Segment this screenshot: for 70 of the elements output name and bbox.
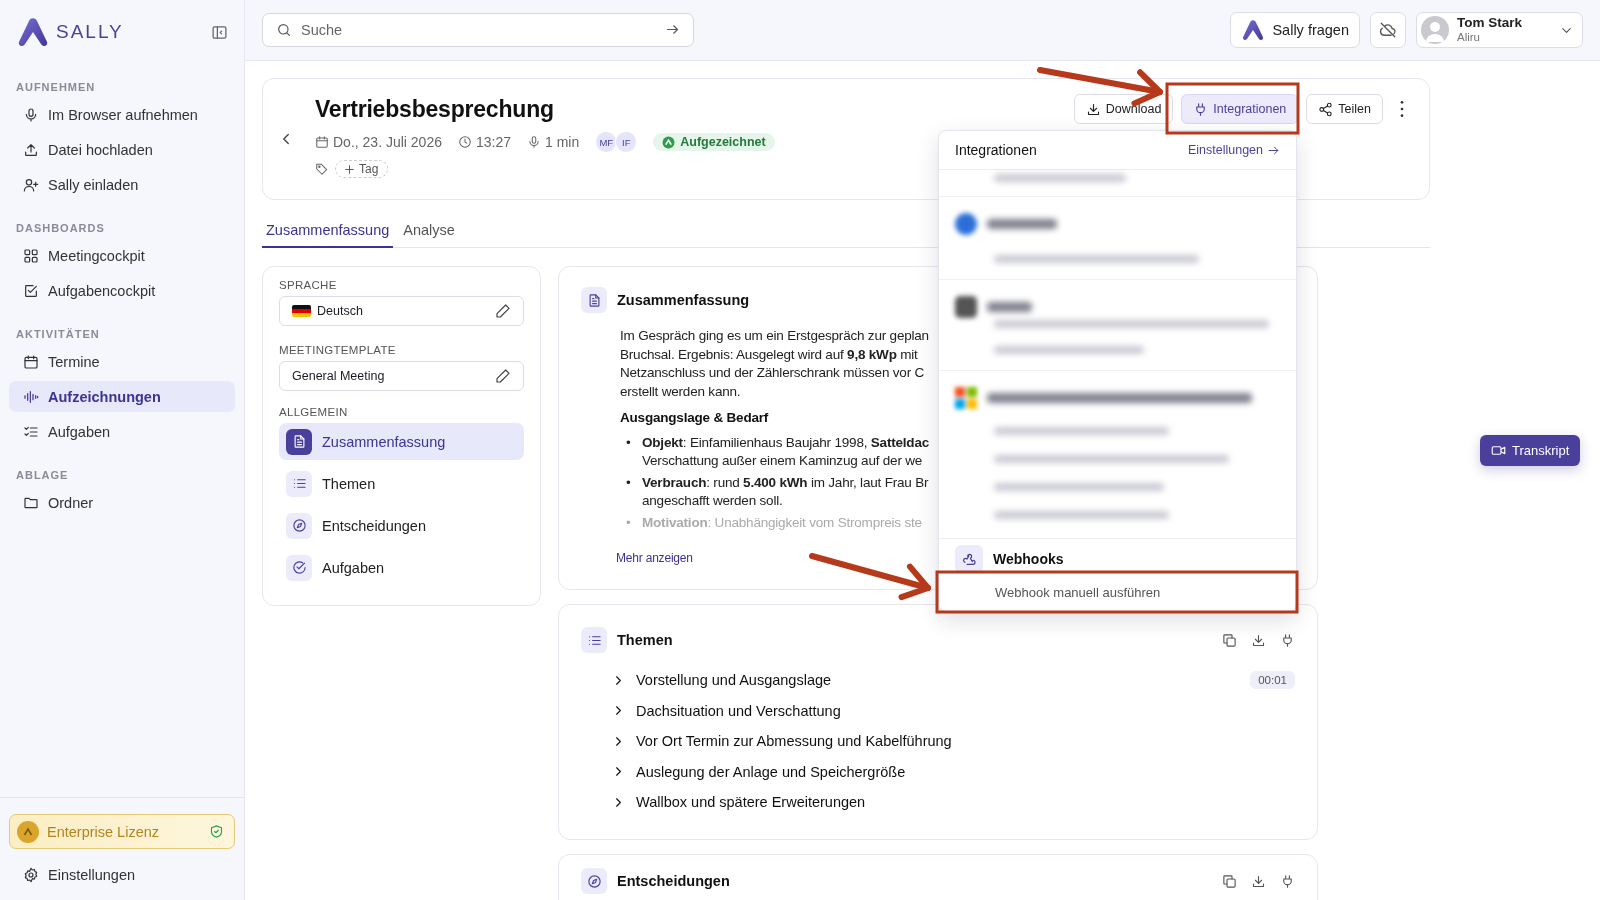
action-button[interactable]: Teilen [1306, 94, 1383, 124]
summary-text: Netzanschluss und der Zählerschrank müssen vor C [620, 364, 925, 382]
show-more-link[interactable]: Mehr anzeigen [616, 549, 693, 568]
section-nav-item[interactable]: Themen [279, 465, 524, 502]
sidebar-item[interactable]: Sally einladen [9, 169, 235, 200]
section-nav-item[interactable]: Zusammenfassung [279, 423, 524, 460]
sidebar-item[interactable]: Aufzeichnungen [9, 381, 235, 412]
summary-text: Im Gespräch ging es um ein Erstgespräch zur geplan [620, 327, 929, 345]
sidebar-item[interactable]: Im Browser aufnehmen [9, 99, 235, 130]
sidebar-item[interactable]: Ordner [9, 487, 235, 518]
action-button[interactable]: Integrationen [1181, 94, 1299, 124]
section-nav-item[interactable]: Aufgaben [279, 549, 524, 586]
card-title: Themen [617, 632, 673, 648]
summary-text: Bruchsal. Ergebnis: Ausgelegt wird auf 9,8 kWp mit [620, 345, 918, 364]
field-label: SPRACHE [279, 279, 338, 291]
transcript-button-label: Transkript [1512, 443, 1570, 458]
section-heading: ALLGEMEIN [279, 406, 349, 418]
bullet-text: Verschattung außer einem Kaminzug auf der we [642, 452, 923, 470]
section-heading: DASHBOARDS [15, 221, 106, 236]
settings-link[interactable]: Einstellungen [1187, 143, 1280, 157]
bullet-marker: • [626, 433, 632, 452]
user-name: Tom Stark [1457, 16, 1522, 32]
sidebar-item[interactable]: Termine [9, 346, 235, 377]
meeting-duration: 1 min [545, 134, 580, 150]
transcript-button[interactable]: Transkript [1480, 435, 1581, 466]
select-field[interactable]: General Meeting [279, 361, 524, 391]
sidebar-item[interactable]: Aufgabencockpit [9, 275, 235, 306]
section-heading: AKTIVITÄTEN [15, 327, 101, 342]
search-field[interactable]: Suche [262, 13, 694, 47]
field-label: MEETINGTEMPLATE [279, 344, 397, 356]
menu-section-title: Webhooks [993, 551, 1064, 567]
bullet-marker: • [626, 513, 632, 532]
user-menu[interactable]: Tom Stark Aliru [1416, 12, 1583, 48]
menu-title: Integrationen [955, 142, 1037, 158]
bullet-text: Verbrauch: rund 5.400 kWh im Jahr, laut Frau Br [642, 473, 929, 492]
user-organization: Aliru [1457, 31, 1481, 44]
meeting-date: Do., 23. Juli 2026 [333, 134, 442, 150]
tab[interactable]: Zusammenfassung [262, 218, 394, 248]
topic-item[interactable]: Auslegung der Anlage und Speichergröße [611, 756, 1295, 787]
section-heading: ABLAGE [15, 468, 70, 483]
sidebar-item[interactable]: Aufgaben [9, 416, 235, 447]
menu-item[interactable]: Webhook manuell ausführen [939, 573, 1296, 611]
brand-name: SALLY [56, 21, 124, 43]
section-nav-item[interactable]: Entscheidungen [279, 507, 524, 544]
summary-text: erstellt werden kann. [620, 382, 741, 401]
bullet-text: Objekt: Einfamilienhaus Baujahr 1998, Satteldac [642, 433, 930, 452]
status-badge: Aufgezeichnet [653, 133, 775, 151]
topic-item[interactable]: Vor Ort Termin zur Abmessung und Kabelführung [611, 726, 1295, 757]
ask-sally-button[interactable]: Sally fragen [1230, 12, 1360, 48]
card-title: Entscheidungen [617, 873, 730, 889]
bullet-text: angeschafft werden soll. [642, 492, 783, 510]
meeting-title: Vertriebsbesprechung [315, 96, 555, 123]
sidebar-item[interactable]: Meetingcockpit [9, 240, 235, 271]
sidebar-item[interactable]: Datei hochladen [9, 134, 235, 165]
settings-link[interactable]: Einstellungen [9, 859, 235, 890]
timestamp-badge[interactable]: 00:01 [1250, 671, 1295, 690]
participant-avatar: MF [595, 131, 618, 153]
select-field[interactable]: Deutsch [279, 296, 524, 326]
bullet-marker: • [626, 473, 632, 492]
participant-avatar: IF [615, 131, 638, 153]
topic-item[interactable]: Wallbox und spätere Erweiterungen [611, 787, 1295, 818]
topic-item[interactable]: Dachsituation und Verschattung [611, 695, 1295, 726]
meeting-time: 13:27 [475, 134, 511, 150]
topic-item[interactable]: Vorstellung und Ausgangslage 00:01 [611, 665, 1295, 696]
section-heading: AUFNEHMEN [15, 80, 97, 95]
bullet-text: Motivation: Unabhängigkeit vom Strompreis ste [642, 513, 922, 532]
tab[interactable]: Analyse [399, 218, 459, 248]
card-title: Zusammenfassung [617, 292, 750, 308]
action-button[interactable]: Download [1073, 94, 1174, 124]
subheading: Ausgangslage & Bedarf [620, 409, 770, 427]
